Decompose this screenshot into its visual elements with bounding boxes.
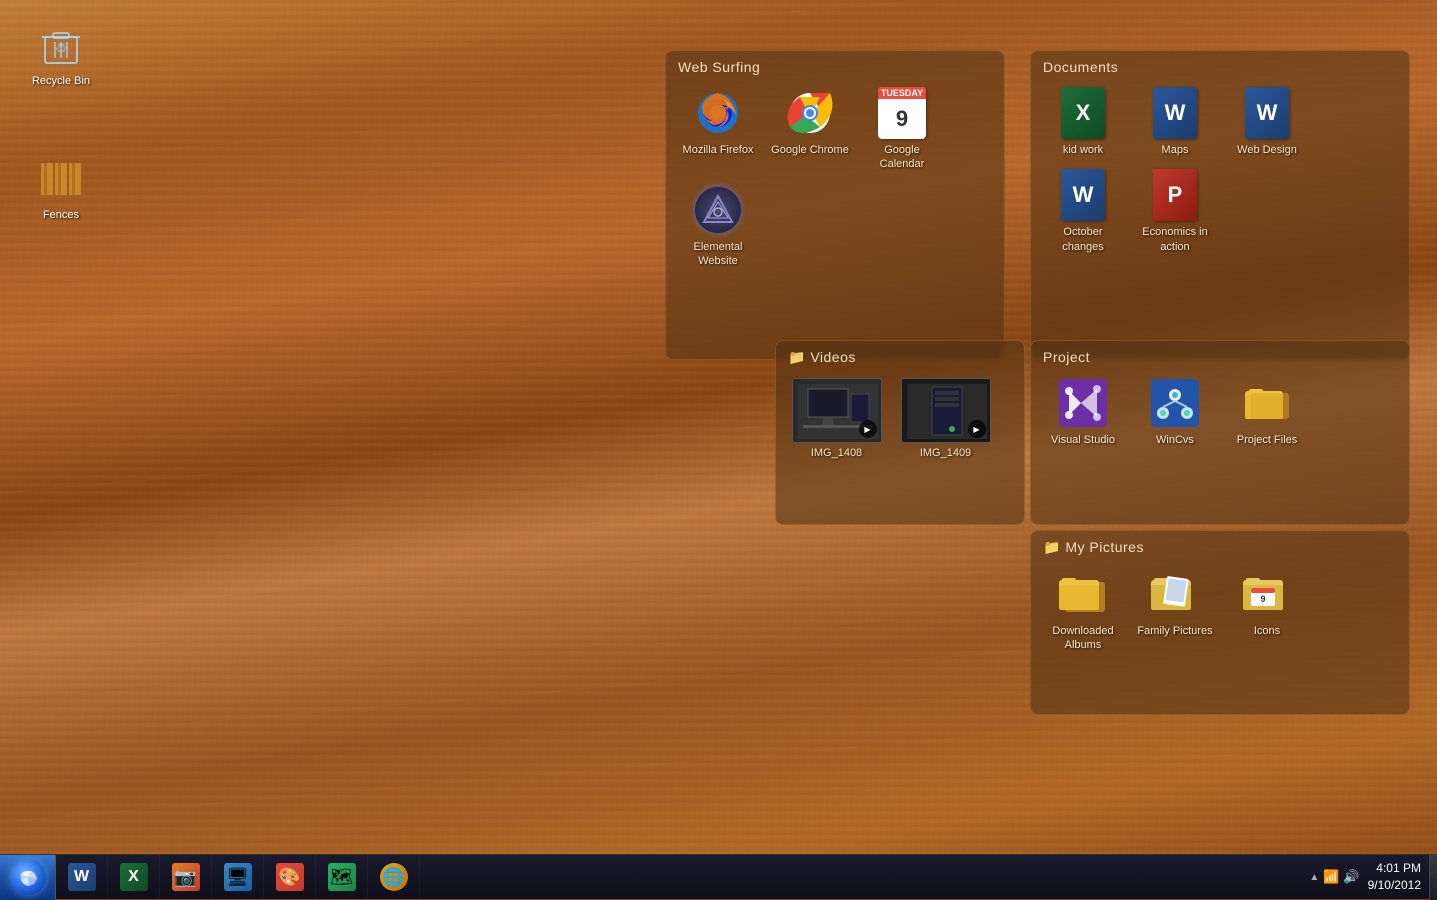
webdesign-label: Web Design: [1237, 143, 1297, 157]
taskbar-maps[interactable]: 🗺: [316, 855, 368, 900]
calendar-weekday: Tuesday: [878, 87, 926, 99]
fence-item-icons[interactable]: 9 Icons: [1223, 564, 1311, 657]
taskbar-paint[interactable]: 🎨: [264, 855, 316, 900]
svg-text:9: 9: [1260, 594, 1265, 604]
start-button[interactable]: [0, 855, 56, 900]
fence-videos-content: ▶ IMG_1408 ▶: [776, 370, 1024, 471]
fence-item-kidwork[interactable]: X kid work: [1039, 83, 1127, 161]
taskbar-word[interactable]: W: [56, 855, 108, 900]
fence-project-content: Visual Studio: [1031, 369, 1409, 459]
fence-web-surfing: Web Surfing Mozilla Firefox: [665, 50, 1005, 360]
taskbar-items: W X 📷 🖥 🎨 🗺: [56, 855, 1301, 899]
clock-display[interactable]: 4:01 PM 9/10/2012: [1368, 860, 1429, 894]
fence-documents-content: X kid work W Maps W Web Design: [1031, 79, 1409, 266]
recycle-bin-label: Recycle Bin: [29, 73, 93, 89]
play-btn-1409[interactable]: ▶: [968, 420, 986, 438]
show-desktop-button[interactable]: [1429, 855, 1437, 900]
clock-date: 9/10/2012: [1368, 877, 1421, 894]
fence-documents: Documents X kid work W Maps W: [1030, 50, 1410, 360]
fence-project: Project Visual Studio: [1030, 340, 1410, 525]
fence-item-maps[interactable]: W Maps: [1131, 83, 1219, 161]
img1409-label: IMG_1409: [920, 447, 971, 459]
fence-item-wincvs[interactable]: WinCvs: [1131, 373, 1219, 451]
downloaded-label: Downloaded Albums: [1043, 624, 1123, 653]
taskbar-photos[interactable]: 📷: [160, 855, 212, 900]
fence-my-pictures-content: Downloaded Albums Family Pictures: [1031, 560, 1409, 665]
elemental-label: Elemental Website: [678, 240, 758, 269]
taskbar: W X 📷 🖥 🎨 🗺: [0, 854, 1437, 899]
fence-videos-title: 📁 Videos: [776, 341, 1024, 370]
icons-label: Icons: [1254, 624, 1280, 638]
fence-web-surfing-title: Web Surfing: [666, 51, 1004, 79]
taskbar-browser[interactable]: 🌐: [368, 855, 420, 900]
tray-icon-network: 📶: [1323, 869, 1339, 885]
fence-item-chrome[interactable]: Google Chrome: [766, 83, 854, 176]
clock-time: 4:01 PM: [1368, 860, 1421, 877]
fence-my-pictures-title: 📁 My Pictures: [1031, 531, 1409, 560]
fence-project-title: Project: [1031, 341, 1409, 369]
firefox-label: Mozilla Firefox: [683, 143, 754, 157]
fence-item-vs[interactable]: Visual Studio: [1039, 373, 1127, 451]
calendar-day: 9: [878, 99, 926, 139]
start-orb: [10, 859, 46, 895]
tray-expand-arrow[interactable]: ▲: [1309, 872, 1319, 883]
taskbar-excel[interactable]: X: [108, 855, 160, 900]
fence-item-projfiles[interactable]: Project Files: [1223, 373, 1311, 451]
fence-item-october[interactable]: W October changes: [1039, 165, 1127, 258]
system-tray: ▲ 📶 🔊: [1301, 869, 1367, 885]
projfiles-label: Project Files: [1237, 433, 1298, 447]
fence-item-downloaded[interactable]: Downloaded Albums: [1039, 564, 1127, 657]
fence-item-firefox[interactable]: Mozilla Firefox: [674, 83, 762, 176]
recycle-bin-icon[interactable]: ♻ Recycle Bin: [21, 21, 101, 89]
img1408-label: IMG_1408: [811, 447, 862, 459]
vs-label: Visual Studio: [1051, 433, 1115, 447]
fences-label: Fences: [40, 207, 82, 223]
fence-videos: 📁 Videos ▶ IM: [775, 340, 1025, 525]
fence-documents-title: Documents: [1031, 51, 1409, 79]
fence-item-calendar[interactable]: Tuesday 9 Google Calendar: [858, 83, 946, 176]
economics-label: Economics in action: [1135, 225, 1215, 254]
fence-my-pictures: 📁 My Pictures Downloaded Albums: [1030, 530, 1410, 715]
fence-item-elemental[interactable]: Elemental Website: [674, 180, 762, 273]
fence-item-family[interactable]: Family Pictures: [1131, 564, 1219, 657]
svg-text:♻: ♻: [55, 40, 68, 56]
kidwork-label: kid work: [1063, 143, 1103, 157]
wincvs-label: WinCvs: [1156, 433, 1194, 447]
chrome-label: Google Chrome: [771, 143, 849, 157]
desktop: ♻ Recycle Bin Fences Web Surfing: [0, 0, 1437, 899]
fence-item-economics[interactable]: P Economics in action: [1131, 165, 1219, 258]
fence-item-webdesign[interactable]: W Web Design: [1223, 83, 1311, 161]
calendar-label: Google Calendar: [862, 143, 942, 172]
fences-desktop-icon[interactable]: Fences: [21, 155, 101, 223]
fence-item-img1409[interactable]: ▶ IMG_1409: [893, 374, 998, 463]
maps-label: Maps: [1162, 143, 1189, 157]
october-label: October changes: [1043, 225, 1123, 254]
play-btn-1408[interactable]: ▶: [859, 420, 877, 438]
taskbar-settings[interactable]: 🖥: [212, 855, 264, 900]
fence-web-surfing-content: Mozilla Firefox: [666, 79, 1004, 280]
tray-icon-volume[interactable]: 🔊: [1343, 869, 1359, 885]
family-label: Family Pictures: [1137, 624, 1212, 638]
fence-item-img1408[interactable]: ▶ IMG_1408: [784, 374, 889, 463]
